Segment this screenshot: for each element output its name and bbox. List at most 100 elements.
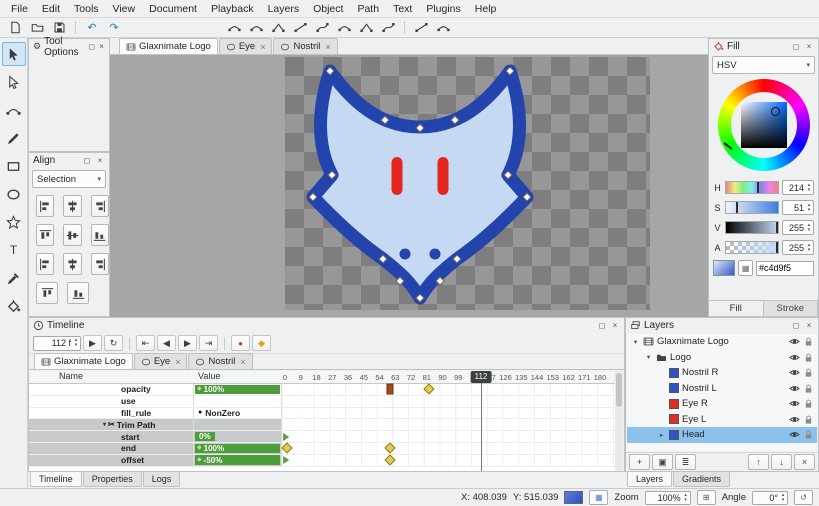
canvas-tab-nostril[interactable]: Nostril × [273, 38, 337, 54]
float-panel-icon[interactable]: ◻ [791, 42, 801, 51]
menu-item-document[interactable]: Document [142, 1, 204, 17]
visibility-eye-icon[interactable] [789, 429, 800, 440]
menu-item-view[interactable]: View [106, 1, 143, 17]
align-bottom-button[interactable] [91, 224, 109, 246]
spin-arrows[interactable]: ▴▾ [779, 493, 787, 503]
expander-icon[interactable]: ▸ [657, 431, 666, 439]
keyframe-track[interactable] [282, 455, 615, 466]
add-node-button[interactable] [334, 19, 354, 36]
visibility-eye-icon[interactable] [789, 414, 800, 425]
layer-row-nostril-r[interactable]: Nostril R [627, 365, 817, 381]
timeline-tab-nostril[interactable]: Nostril × [188, 353, 252, 369]
play-button[interactable]: ▶ [83, 335, 102, 351]
lock-icon[interactable] [803, 336, 814, 347]
close-tab-icon[interactable]: × [325, 42, 330, 52]
align-right-button[interactable] [91, 195, 109, 217]
dissolve-node-button[interactable] [378, 19, 398, 36]
zoom-spinbox[interactable]: 100% ▴▾ [645, 491, 691, 505]
fill-bucket-tool[interactable] [2, 294, 26, 318]
current-color-swatch[interactable] [713, 260, 735, 276]
canvas-viewport[interactable] [110, 55, 708, 317]
undo-button[interactable]: ↶ [82, 19, 102, 36]
menu-item-layers[interactable]: Layers [261, 1, 307, 17]
record-keyframes-button[interactable]: ● [231, 335, 250, 351]
keyframe-marker-rect[interactable] [387, 384, 394, 395]
keyframe-track[interactable] [282, 431, 615, 442]
node-smooth-button[interactable] [246, 19, 266, 36]
keyframe-marker-arrow[interactable] [283, 433, 289, 441]
palette-button[interactable]: ▦ [738, 260, 753, 276]
alpha-slider[interactable] [725, 241, 779, 254]
tab-fill[interactable]: Fill [709, 300, 764, 316]
lock-icon[interactable] [803, 367, 814, 378]
property-name[interactable]: ▾✂Trim Path [29, 419, 194, 430]
property-value[interactable] [194, 419, 282, 430]
property-name[interactable]: use [29, 396, 194, 407]
move-layer-down-button[interactable]: ↓ [771, 454, 792, 470]
segment-to-curve-button[interactable] [312, 19, 332, 36]
property-name[interactable]: end [29, 443, 194, 454]
edit-nodes-tool[interactable] [2, 70, 26, 94]
scrollbar-thumb[interactable] [616, 373, 622, 407]
menu-item-playback[interactable]: Playback [204, 1, 261, 17]
eye-left-shape[interactable] [392, 157, 403, 195]
close-panel-icon[interactable]: × [98, 42, 105, 51]
keyframe-marker-arrow[interactable] [283, 456, 289, 464]
draw-curve-button[interactable] [433, 19, 453, 36]
frame-spinbox[interactable]: 112 f ▴▾ [33, 336, 81, 351]
ellipse-tool[interactable] [2, 182, 26, 206]
keyframe-track[interactable] [282, 419, 615, 430]
distribute-center-button[interactable] [63, 253, 81, 275]
lock-icon[interactable] [803, 429, 814, 440]
head-shape[interactable] [313, 71, 527, 298]
visibility-eye-icon[interactable] [789, 367, 800, 378]
float-panel-icon[interactable]: ◻ [82, 156, 92, 165]
dock-tab-properties[interactable]: Properties [83, 472, 142, 487]
redo-button[interactable]: ↷ [104, 19, 124, 36]
keyframe-track[interactable] [282, 443, 615, 454]
prev-frame-button[interactable]: ◀ [157, 335, 176, 351]
expander-icon[interactable]: ▾ [631, 338, 640, 346]
canvas-tab-eye[interactable]: Eye × [219, 38, 273, 54]
layer-row-nostril-l[interactable]: Nostril L [627, 381, 817, 397]
value-spinbox[interactable]: 255 ▴▾ [782, 220, 814, 235]
slider-handle[interactable] [776, 222, 778, 233]
keyframe-track[interactable] [282, 408, 615, 419]
align-vcenter-button[interactable] [63, 224, 81, 246]
menu-item-object[interactable]: Object [306, 1, 350, 17]
menu-item-text[interactable]: Text [386, 1, 419, 17]
property-value[interactable]: ◆100% [194, 443, 282, 454]
property-name[interactable]: start [29, 431, 194, 442]
nostril-left-shape[interactable] [400, 249, 411, 260]
property-value[interactable]: ◆100% [194, 384, 282, 395]
tab-stroke[interactable]: Stroke [764, 300, 819, 316]
document-canvas[interactable] [285, 57, 650, 310]
dock-tab-gradients[interactable]: Gradients [673, 472, 730, 487]
keyframe-marker-diamond[interactable] [384, 455, 395, 466]
draw-line-button[interactable] [411, 19, 431, 36]
rectangle-tool[interactable] [2, 154, 26, 178]
lock-icon[interactable] [803, 352, 814, 363]
property-value[interactable]: ●NonZero [194, 408, 282, 419]
property-name[interactable]: offset [29, 455, 194, 466]
keyframe-track[interactable] [282, 384, 615, 395]
go-first-frame-button[interactable]: ⇤ [136, 335, 155, 351]
remove-node-button[interactable] [356, 19, 376, 36]
spin-arrows[interactable]: ▴▾ [72, 338, 80, 348]
current-frame-line[interactable] [481, 383, 482, 471]
color-picker-tool[interactable] [2, 266, 26, 290]
transparency-toggle-button[interactable]: ▦ [589, 490, 608, 505]
close-panel-icon[interactable]: × [610, 321, 620, 330]
float-panel-icon[interactable]: ◻ [597, 321, 607, 330]
draw-bezier-tool[interactable] [2, 98, 26, 122]
close-panel-icon[interactable]: × [804, 321, 814, 330]
slider-handle[interactable] [776, 242, 778, 253]
menu-item-plugins[interactable]: Plugins [419, 1, 467, 17]
lock-icon[interactable] [803, 398, 814, 409]
align-outside-bottom-button[interactable] [67, 282, 89, 304]
menu-item-help[interactable]: Help [468, 1, 504, 17]
new-group-button[interactable]: ▣ [652, 454, 673, 470]
text-tool[interactable]: T [2, 238, 26, 262]
distribute-right-button[interactable] [91, 253, 109, 275]
go-last-frame-button[interactable]: ⇥ [199, 335, 218, 351]
